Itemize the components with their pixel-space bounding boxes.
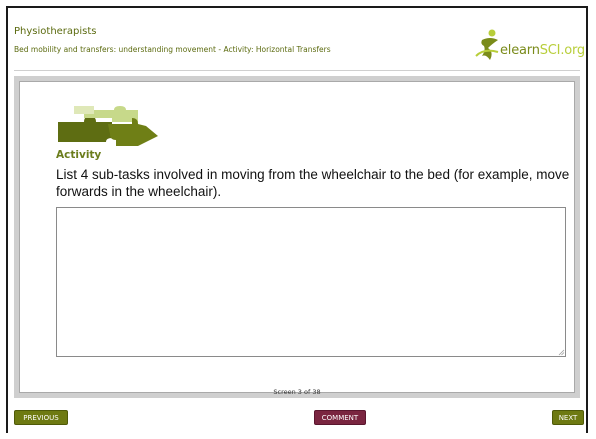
screen-counter: Screen 3 of 38 (273, 388, 321, 396)
footer-nav: PREVIOUS COMMENT NEXT (8, 402, 586, 433)
resize-handle-icon[interactable] (558, 349, 565, 356)
answer-input[interactable] (56, 207, 566, 357)
content-panel: Activity List 4 sub-tasks involved in mo… (14, 76, 580, 398)
puzzle-pieces-icon (58, 106, 158, 146)
logo-suffix: .org (560, 43, 585, 58)
next-button[interactable]: NEXT (552, 410, 584, 425)
module-subtitle: Bed mobility and transfers: understandin… (14, 45, 331, 54)
content-area: Activity List 4 sub-tasks involved in mo… (19, 81, 575, 396)
comment-button[interactable]: COMMENT (314, 410, 366, 425)
logo-wordmark: elearnSCI.org (500, 43, 585, 58)
activity-prompt: List 4 sub-tasks involved in moving from… (56, 167, 570, 199)
activity-label: Activity (56, 149, 102, 161)
logo-highlight: SCI (539, 43, 561, 58)
course-window: Physiotherapists Bed mobility and transf… (6, 6, 588, 433)
course-title: Physiotherapists (14, 26, 97, 37)
elearnsci-logo: elearnSCI.org (468, 26, 585, 66)
header-divider (14, 70, 580, 71)
previous-button[interactable]: PREVIOUS (14, 410, 68, 425)
header: Physiotherapists Bed mobility and transf… (8, 8, 586, 72)
logo-prefix: elearn (500, 43, 540, 58)
